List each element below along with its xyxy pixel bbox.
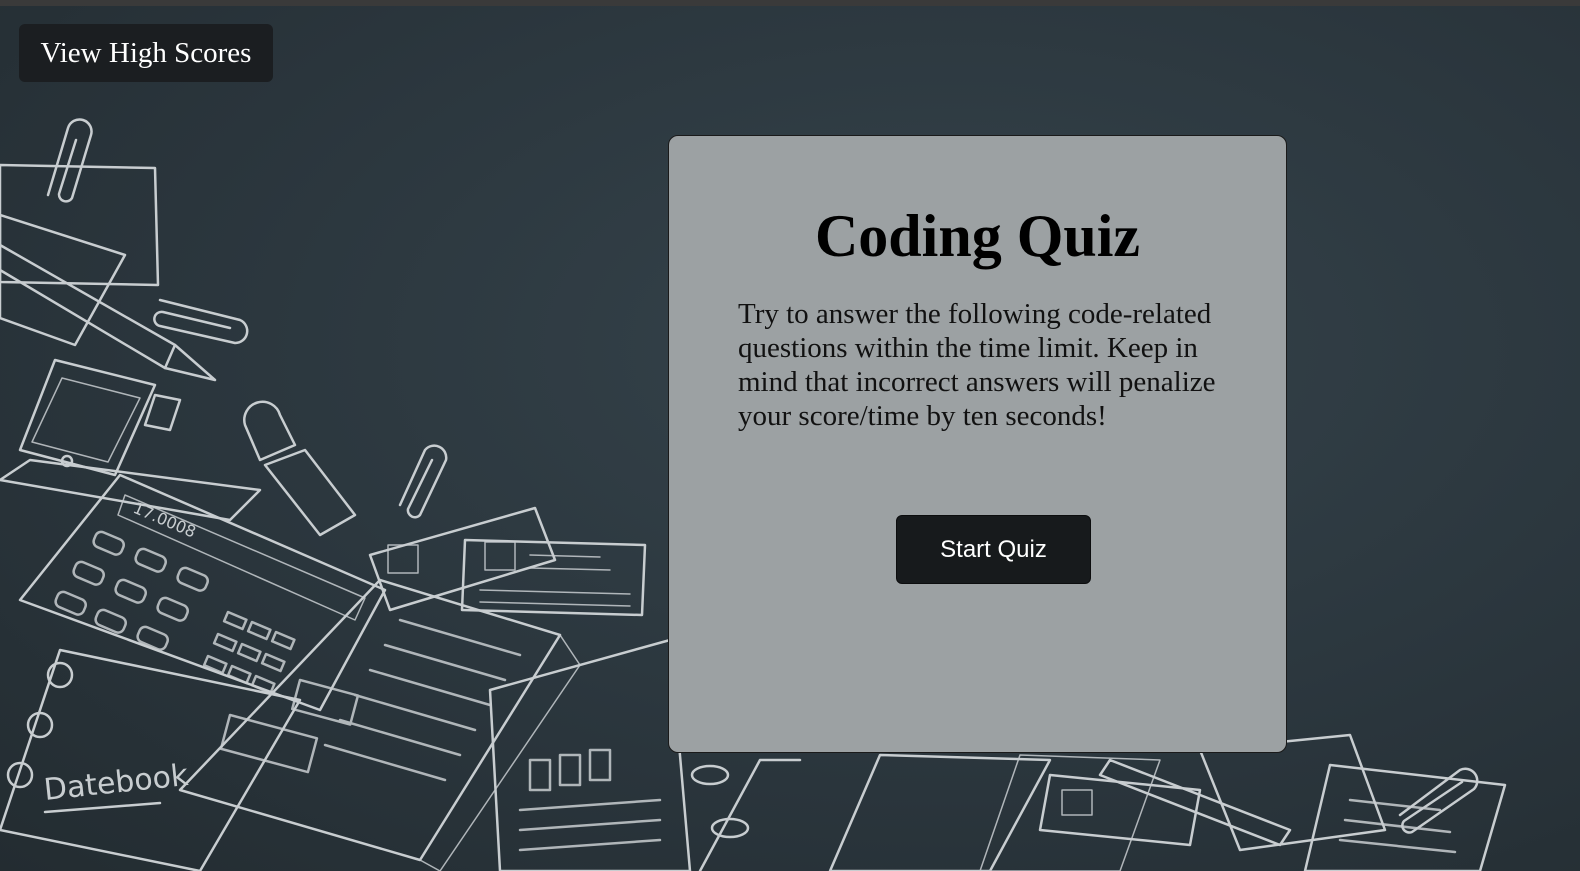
calculator-icon: 17.0008 (18, 473, 387, 712)
notebook-icon (178, 578, 581, 871)
quiz-description: Try to answer the following code-related… (738, 298, 1216, 432)
pencil-icon (0, 243, 217, 382)
quiz-intro-card: Coding Quiz Try to answer the following … (668, 135, 1287, 753)
datebook-label-text: Datebook (42, 758, 190, 808)
view-high-scores-button[interactable]: View High Scores (19, 24, 273, 82)
datebook-icon: Datebook (0, 648, 302, 871)
paperclip-icon (46, 118, 93, 203)
phone-icon (18, 358, 157, 477)
paper-sheet-icon (1198, 733, 1507, 871)
binder-rings-icon (690, 758, 802, 871)
id-card-icon (368, 506, 647, 617)
usb-drive-icon (243, 400, 357, 537)
pen-icon (1098, 758, 1292, 847)
paperclip-icon (398, 444, 448, 519)
paperclip-icon (153, 298, 249, 345)
notebook-icon (488, 638, 692, 871)
start-quiz-button[interactable]: Start Quiz (896, 515, 1091, 584)
card-outline-icon (0, 393, 262, 522)
quiz-title: Coding Quiz (814, 203, 1141, 269)
tablet-icon (828, 753, 1161, 871)
